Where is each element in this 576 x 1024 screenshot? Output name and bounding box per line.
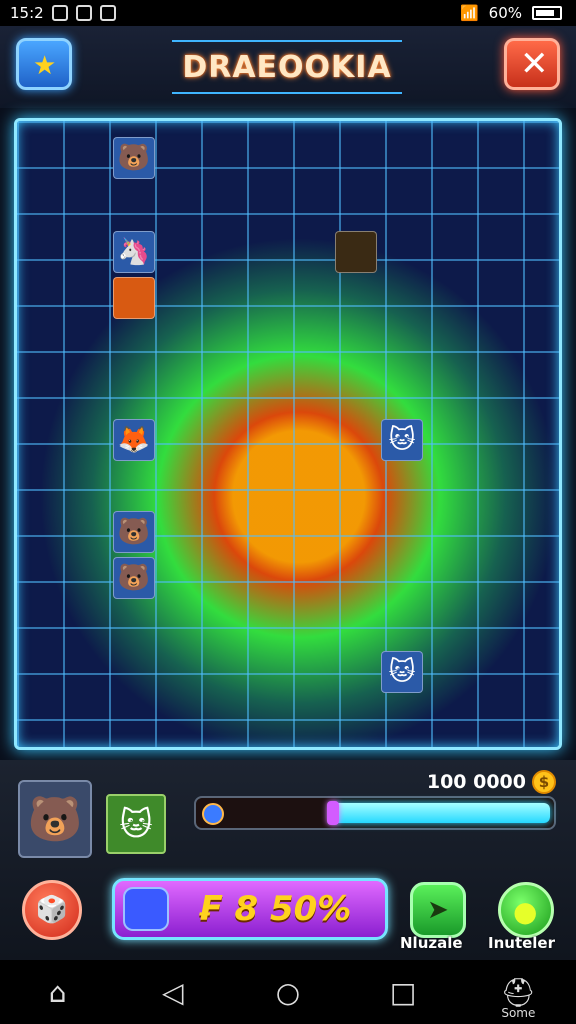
- battery-icon: [532, 6, 562, 20]
- arrow-cursor-icon: ➤: [427, 895, 449, 925]
- close-button[interactable]: ✕: [504, 38, 560, 90]
- shuffle-button[interactable]: 🎲: [22, 880, 82, 940]
- puzzle-board[interactable]: 🐻 🦄 🦊 🐻 🐻 🐱 🐱: [14, 118, 562, 750]
- puzzle-piece[interactable]: [113, 277, 155, 319]
- star-icon: ★: [33, 51, 57, 81]
- back-button[interactable]: ◁: [143, 962, 203, 1022]
- puzzle-piece[interactable]: 🐻: [113, 137, 155, 179]
- close-icon: ✕: [520, 44, 549, 84]
- nluzale-button[interactable]: ➤: [410, 882, 466, 938]
- gem-icon: [202, 803, 224, 825]
- character-face-icon: 🐻: [117, 143, 151, 173]
- puzzle-piece[interactable]: 🐻: [113, 511, 155, 553]
- bear-icon: 🐻: [117, 563, 151, 593]
- dice-icon: 🎲: [35, 895, 69, 925]
- circle-icon: ○: [275, 975, 301, 1009]
- favorites-button[interactable]: ★: [16, 38, 72, 90]
- inuteler-label: Inuteler: [488, 934, 555, 952]
- companion-avatar[interactable]: 🐱: [106, 794, 166, 854]
- progress-fill: [333, 803, 550, 823]
- nluzale-label: Nluzale: [400, 934, 463, 952]
- profile-label: Some: [501, 1006, 536, 1020]
- wifi-icon: 📶: [459, 4, 479, 22]
- person-icon: ⛑: [500, 975, 537, 1009]
- notification-icon: [51, 5, 68, 21]
- player-avatar[interactable]: 🐻: [18, 780, 92, 858]
- shield-icon: [99, 5, 116, 21]
- puzzle-piece[interactable]: 🦊: [113, 419, 155, 461]
- status-right: 📶 60%: [460, 4, 562, 22]
- home-button[interactable]: ⌂: [28, 962, 88, 1022]
- profile-button[interactable]: ⛑ Some: [488, 962, 548, 1022]
- coin-counter: 100 0000 $: [427, 770, 556, 794]
- square-icon: □: [389, 975, 417, 1009]
- coin-icon: $: [532, 770, 556, 794]
- level-progress-bar: [194, 796, 556, 830]
- bottom-panel: 🐻 🐱 100 0000 $ 🎲 ₣ 8 50% ➤ ● Nluzale Inu…: [0, 760, 576, 960]
- game-header: ★ DRAEOOKIA ✕: [0, 26, 576, 108]
- game-title: DRAEOOKIA: [182, 49, 392, 85]
- coin-amount: 100 0000: [426, 771, 526, 793]
- puzzle-piece[interactable]: 🐱: [381, 651, 423, 693]
- cannon-icon: [123, 887, 169, 931]
- puzzle-piece[interactable]: 🐻: [113, 557, 155, 599]
- inuteler-button[interactable]: ●: [498, 882, 554, 938]
- boost-button[interactable]: ₣ 8 50%: [112, 878, 388, 940]
- overview-button[interactable]: ○: [258, 962, 318, 1022]
- title-banner: DRAEOOKIA: [172, 40, 402, 94]
- boost-text: ₣ 8 50%: [199, 889, 352, 929]
- puzzle-piece[interactable]: 🐱: [381, 419, 423, 461]
- cat-icon: 🐱: [388, 425, 416, 455]
- puzzle-grid: [17, 121, 559, 747]
- home-icon: ⌂: [48, 975, 67, 1009]
- cat-icon: 🐱: [388, 657, 416, 687]
- status-bar: 15:2 📶 60%: [0, 0, 576, 26]
- back-icon: ◁: [162, 975, 184, 1009]
- battery-percent: 60%: [488, 4, 522, 22]
- unicorn-icon: 🦄: [117, 237, 151, 267]
- clock: 15:2: [10, 4, 44, 22]
- puzzle-piece[interactable]: 🦄: [113, 231, 155, 273]
- recents-button[interactable]: □: [373, 962, 433, 1022]
- app-icon: [75, 5, 92, 21]
- progress-knob: [327, 801, 339, 825]
- bear-icon: 🐻: [117, 517, 151, 547]
- lemon-icon: ●: [513, 895, 538, 928]
- puzzle-piece[interactable]: [335, 231, 377, 273]
- system-nav-bar: ⌂ ◁ ○ □ ⛑ Some: [0, 960, 576, 1024]
- fox-icon: 🦊: [117, 425, 151, 455]
